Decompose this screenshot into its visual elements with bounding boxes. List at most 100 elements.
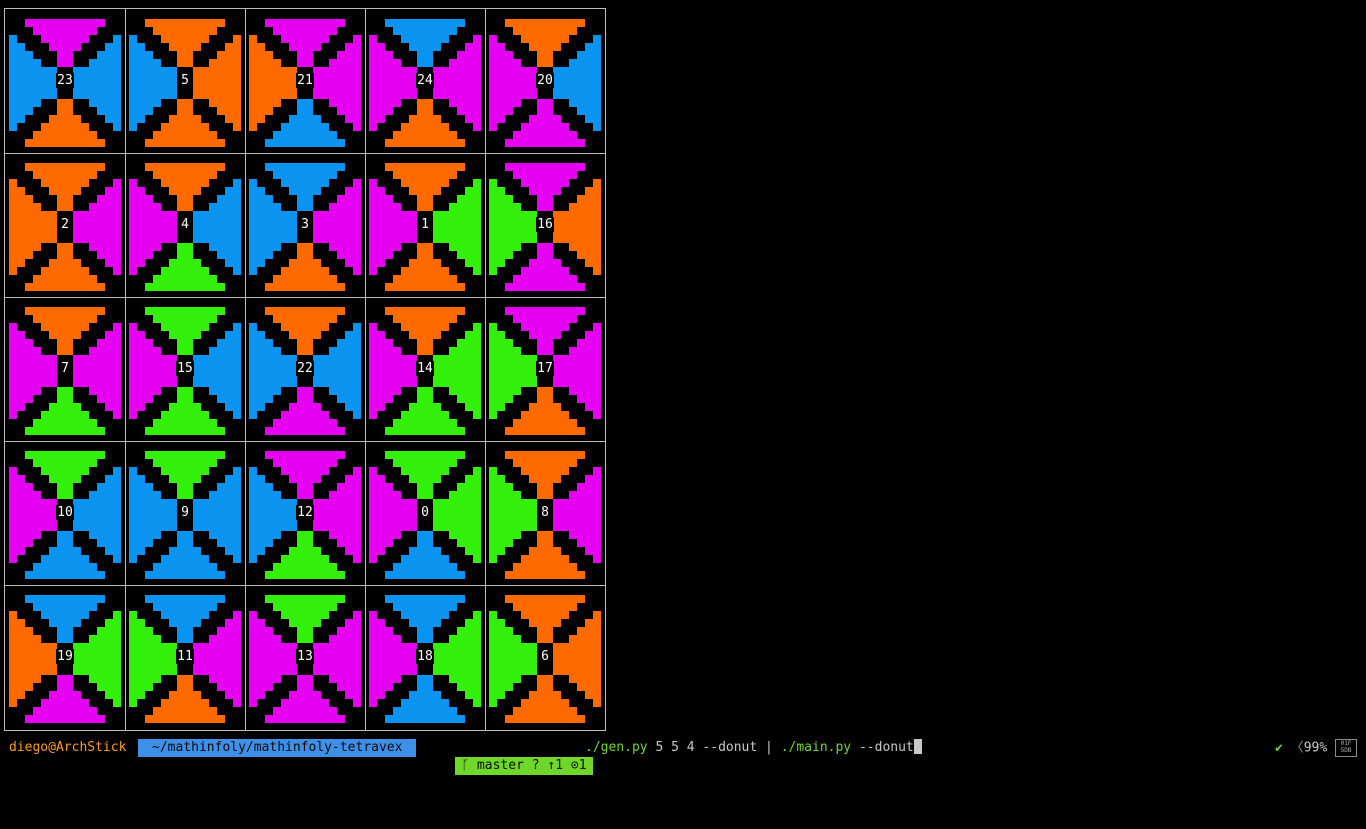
tile[interactable]: 4: [125, 153, 245, 297]
tile[interactable]: 7: [5, 297, 125, 441]
tile-right-edge: [113, 467, 121, 563]
tile-top-edge: [529, 619, 561, 627]
tile[interactable]: 8: [485, 441, 605, 585]
tile-left-edge: [41, 643, 57, 675]
tile-left-edge: [505, 195, 513, 259]
tile-top-edge: [49, 331, 81, 339]
tile-bottom-edge: [161, 267, 209, 275]
tile-bottom-edge: [169, 691, 201, 699]
tile-right-edge: [577, 339, 585, 403]
tile-left-edge: [401, 211, 417, 243]
tile-left-edge: [249, 611, 257, 707]
tile[interactable]: 11: [125, 585, 245, 729]
tile[interactable]: 1: [365, 153, 485, 297]
tile-left-edge: [489, 179, 497, 275]
tile[interactable]: 23: [5, 9, 125, 153]
tile-left-edge: [129, 467, 137, 563]
tile-left-edge: [273, 635, 281, 683]
tile-left-edge: [401, 67, 417, 99]
command-line[interactable]: ./gen.py 5 5 4 --donut | ./main.py --don…: [585, 739, 922, 757]
tile[interactable]: 16: [485, 153, 605, 297]
tile[interactable]: 22: [245, 297, 365, 441]
tile-top-edge: [161, 611, 209, 619]
tile-bottom-edge: [417, 531, 433, 547]
tile-right-edge: [353, 611, 361, 707]
tile-right-edge: [553, 355, 569, 387]
tile-left-edge: [385, 339, 393, 403]
tile-top-edge: [393, 315, 457, 323]
clock-line-1: 01F: [1340, 740, 1352, 747]
tile-left-edge: [273, 59, 281, 107]
tile-bottom-edge: [385, 571, 465, 579]
tile-right-edge: [209, 203, 217, 251]
tile-bottom-edge: [401, 411, 449, 419]
tile-top-edge: [265, 19, 345, 27]
tile-bottom-edge: [289, 115, 321, 123]
tile[interactable]: 14: [365, 297, 485, 441]
tile[interactable]: 13: [245, 585, 365, 729]
shell-prompt[interactable]: diego@ArchStick ~/mathinfoly/mathinfoly-…: [0, 739, 1366, 775]
tile[interactable]: 15: [125, 297, 245, 441]
tile-graphic: [249, 307, 361, 435]
tile-right-edge: [457, 195, 465, 259]
tile[interactable]: 5: [125, 9, 245, 153]
tile-left-edge: [385, 51, 393, 115]
tile-left-edge: [281, 499, 297, 531]
tile-right-edge: [73, 67, 89, 99]
tile[interactable]: 2: [5, 153, 125, 297]
tile[interactable]: 19: [5, 585, 125, 729]
tile-top-edge: [273, 315, 337, 323]
tile-right-edge: [473, 467, 481, 563]
tile-right-edge: [345, 187, 353, 267]
tile[interactable]: 9: [125, 441, 245, 585]
tile-left-edge: [385, 483, 393, 547]
tile-left-edge: [41, 67, 57, 99]
tile[interactable]: 17: [485, 297, 605, 441]
tile-top-edge: [409, 619, 441, 627]
tile[interactable]: 21: [245, 9, 365, 153]
tile-left-edge: [489, 323, 497, 419]
tile-top-edge: [49, 475, 81, 483]
tile-bottom-edge: [281, 699, 329, 707]
tile-graphic: [369, 307, 481, 435]
tile-left-edge: [393, 59, 401, 107]
tile-top-edge: [537, 339, 553, 355]
tile-top-edge: [393, 459, 457, 467]
tile-bottom-edge: [521, 555, 569, 563]
tile-right-edge: [89, 491, 97, 539]
tile[interactable]: 3: [245, 153, 365, 297]
tile-bottom-edge: [25, 571, 105, 579]
tile[interactable]: 0: [365, 441, 485, 585]
tile-top-edge: [401, 323, 449, 331]
tile-right-edge: [457, 627, 465, 691]
tile-right-edge: [329, 59, 337, 107]
tile[interactable]: 6: [485, 585, 605, 729]
tile-bottom-edge: [41, 699, 89, 707]
grid-line: [365, 9, 366, 730]
tile-bottom-edge: [57, 243, 73, 259]
tile-right-edge: [89, 347, 97, 395]
tile-left-edge: [161, 67, 177, 99]
tile-right-edge: [577, 51, 585, 115]
tile[interactable]: 12: [245, 441, 365, 585]
tile[interactable]: 10: [5, 441, 125, 585]
tile[interactable]: 24: [365, 9, 485, 153]
tile-graphic: [249, 19, 361, 147]
tile-top-edge: [25, 451, 105, 459]
tile-bottom-edge: [273, 131, 337, 139]
tile-top-edge: [41, 611, 89, 619]
tile-left-edge: [249, 35, 257, 131]
tile-right-edge: [193, 643, 209, 675]
tile-graphic: [9, 307, 121, 435]
tile[interactable]: 20: [485, 9, 605, 153]
tile-left-edge: [153, 203, 161, 251]
tile-right-edge: [313, 355, 329, 387]
tile-top-edge: [169, 187, 201, 195]
tile-right-edge: [329, 635, 337, 683]
tile-bottom-edge: [177, 387, 193, 403]
tile[interactable]: 18: [365, 585, 485, 729]
tile-right-edge: [233, 35, 241, 131]
tile-top-edge: [409, 331, 441, 339]
tile-left-edge: [17, 187, 25, 267]
tile-right-edge: [337, 627, 345, 691]
